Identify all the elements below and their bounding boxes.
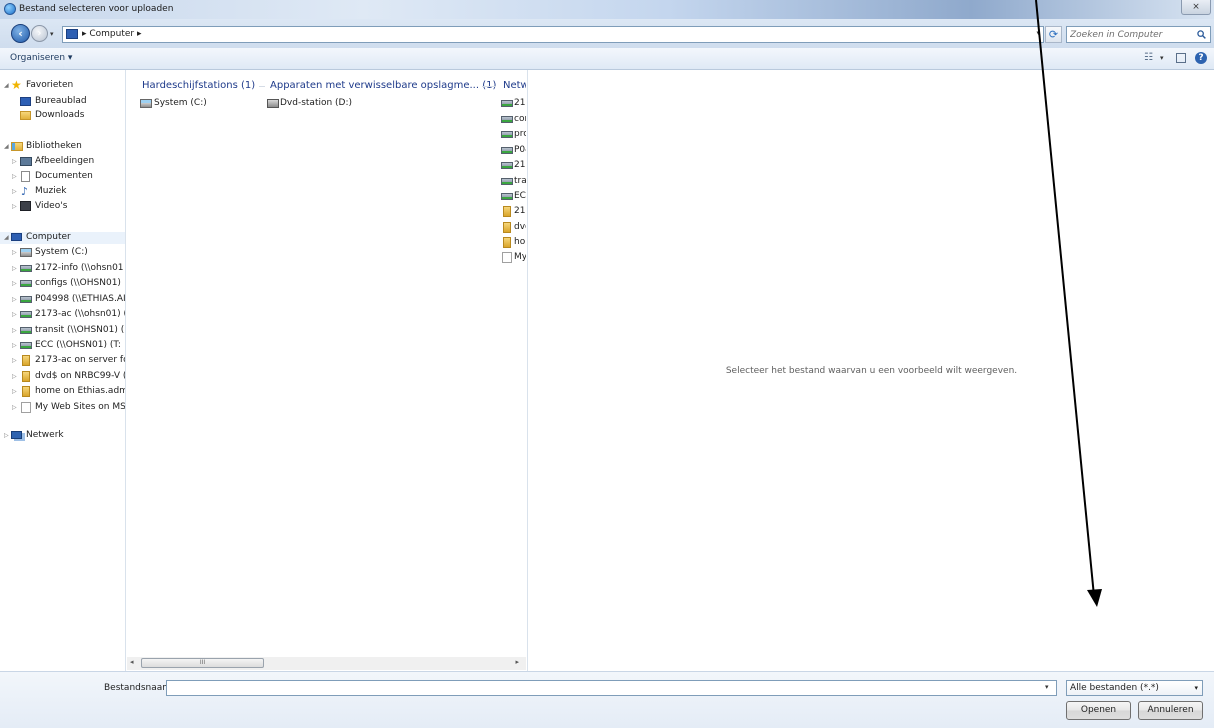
search-icon[interactable] [1197,30,1206,39]
address-toolbar: ‹ › ▾ ▸ Computer ▸ ▾ ⟳ [0,19,1214,48]
navigation-pane[interactable]: ◢ ★ Favorieten Bureaublad Downloads ◢ Bi… [0,70,126,671]
network-drive-icon [20,327,32,334]
refresh-button[interactable]: ⟳ [1045,26,1062,43]
group-divider [259,86,265,87]
expanded-arrow-icon[interactable]: ◢ [4,143,9,150]
nav-computer[interactable]: ◢ Computer [0,232,125,244]
collapsed-arrow-icon[interactable]: ▷ [12,265,17,272]
scrollbar-thumb[interactable]: III [141,658,264,668]
network-drive-icon [501,116,513,123]
horizontal-scrollbar[interactable]: ◂ III ▸ [127,657,526,670]
collapsed-arrow-icon[interactable]: ▷ [12,296,17,303]
star-icon: ★ [11,78,22,92]
user-folder-icon [503,237,511,248]
scroll-right-icon[interactable]: ▸ [515,658,519,666]
file-list[interactable]: Hardeschijfstations (1) Apparaten met ve… [127,70,526,671]
preview-pane-icon[interactable] [1176,53,1186,63]
window-title: Bestand selecteren voor uploaden [19,4,174,14]
network-drive-icon [501,147,513,154]
network-drive-icon [20,280,32,287]
video-icon [20,201,31,211]
hard-drive-icon [140,99,152,108]
address-bar[interactable]: ▸ Computer ▸ ▾ [62,26,1044,43]
address-path[interactable]: ▸ Computer ▸ [82,29,142,39]
organize-button[interactable]: Organiseren ▾ [10,53,72,63]
search-box[interactable] [1066,26,1211,43]
forward-button[interactable]: › [31,25,48,42]
chevron-down-icon: ▾ [1194,684,1198,692]
recent-pages-dropdown-icon[interactable]: ▾ [50,30,54,38]
help-icon[interactable]: ? [1195,52,1207,64]
network-drive-icon [501,178,513,185]
documents-icon [21,171,30,182]
music-icon: ♪ [21,185,29,198]
hard-drive-icon [20,248,32,257]
library-icon [11,142,23,151]
collapsed-arrow-icon[interactable]: ▷ [4,432,9,439]
command-bar: Organiseren ▾ ☷ ▾ ? [0,48,1214,70]
group-divider [482,86,496,87]
change-view-icon[interactable]: ☷ [1144,52,1153,63]
preview-message: Selecteer het bestand waarvan u een voor… [725,366,1018,376]
collapsed-arrow-icon[interactable]: ▷ [12,342,17,349]
network-drive-icon [501,162,513,169]
group-header-hard-drives[interactable]: Hardeschijfstations (1) [142,80,255,91]
preview-pane: Selecteer het bestand waarvan u een voor… [527,70,1214,671]
blank-page-icon [21,402,31,413]
filetype-select[interactable]: Alle bestanden (*.*) ▾ [1066,680,1203,696]
view-options-dropdown-icon[interactable]: ▾ [1160,54,1164,62]
collapsed-arrow-icon[interactable]: ▷ [12,311,17,318]
user-folder-icon [503,206,511,217]
desktop-icon [20,97,31,106]
collapsed-arrow-icon[interactable]: ▷ [12,173,17,180]
expanded-arrow-icon[interactable]: ◢ [4,234,9,241]
network-drive-icon [501,193,513,200]
scroll-left-icon[interactable]: ◂ [130,658,134,666]
collapsed-arrow-icon[interactable]: ▷ [12,158,17,165]
expanded-arrow-icon[interactable]: ◢ [4,82,9,89]
network-drive-icon [501,100,513,107]
title-bar: Bestand selecteren voor uploaden ⨯ [0,0,1214,19]
group-header-network[interactable]: Netw [503,80,526,91]
user-folder-icon [22,386,30,397]
address-dropdown-icon[interactable]: ▾ [1036,29,1040,37]
internet-explorer-icon [4,3,16,15]
blank-page-icon [502,252,512,263]
network-drive-icon [501,131,513,138]
network-drive-icon [20,296,32,303]
network-icon [11,431,22,439]
collapsed-arrow-icon[interactable]: ▷ [12,249,17,256]
collapsed-arrow-icon[interactable]: ▷ [12,404,17,411]
pictures-icon [20,157,32,166]
collapsed-arrow-icon[interactable]: ▷ [12,327,17,334]
user-folder-icon [22,355,30,366]
filename-input[interactable] [166,680,1057,696]
bottom-panel: Bestandsnaam: ▾ Alle bestanden (*.*) ▾ O… [0,671,1214,728]
search-input[interactable] [1070,28,1190,42]
collapsed-arrow-icon[interactable]: ▷ [12,373,17,380]
dvd-drive-icon [267,99,279,108]
collapsed-arrow-icon[interactable]: ▷ [12,357,17,364]
back-button[interactable]: ‹ [11,24,30,43]
open-button[interactable]: Openen [1066,701,1131,720]
user-folder-icon [22,371,30,382]
group-header-removable[interactable]: Apparaten met verwisselbare opslagme... … [270,80,496,91]
network-drive-icon [20,342,32,349]
close-button[interactable]: ⨯ [1181,0,1211,15]
downloads-folder-icon [20,111,31,120]
computer-icon [11,233,22,241]
collapsed-arrow-icon[interactable]: ▷ [12,203,17,210]
filename-history-dropdown-icon[interactable]: ▾ [1045,683,1049,691]
collapsed-arrow-icon[interactable]: ▷ [12,280,17,287]
computer-icon [66,29,78,39]
collapsed-arrow-icon[interactable]: ▷ [12,388,17,395]
network-drive-icon [20,311,32,318]
filename-label: Bestandsnaam: [104,683,175,693]
collapsed-arrow-icon[interactable]: ▷ [12,188,17,195]
network-drive-icon [20,265,32,272]
cancel-button[interactable]: Annuleren [1138,701,1203,720]
filetype-value: Alle bestanden (*.*) [1070,683,1159,693]
user-folder-icon [503,222,511,233]
